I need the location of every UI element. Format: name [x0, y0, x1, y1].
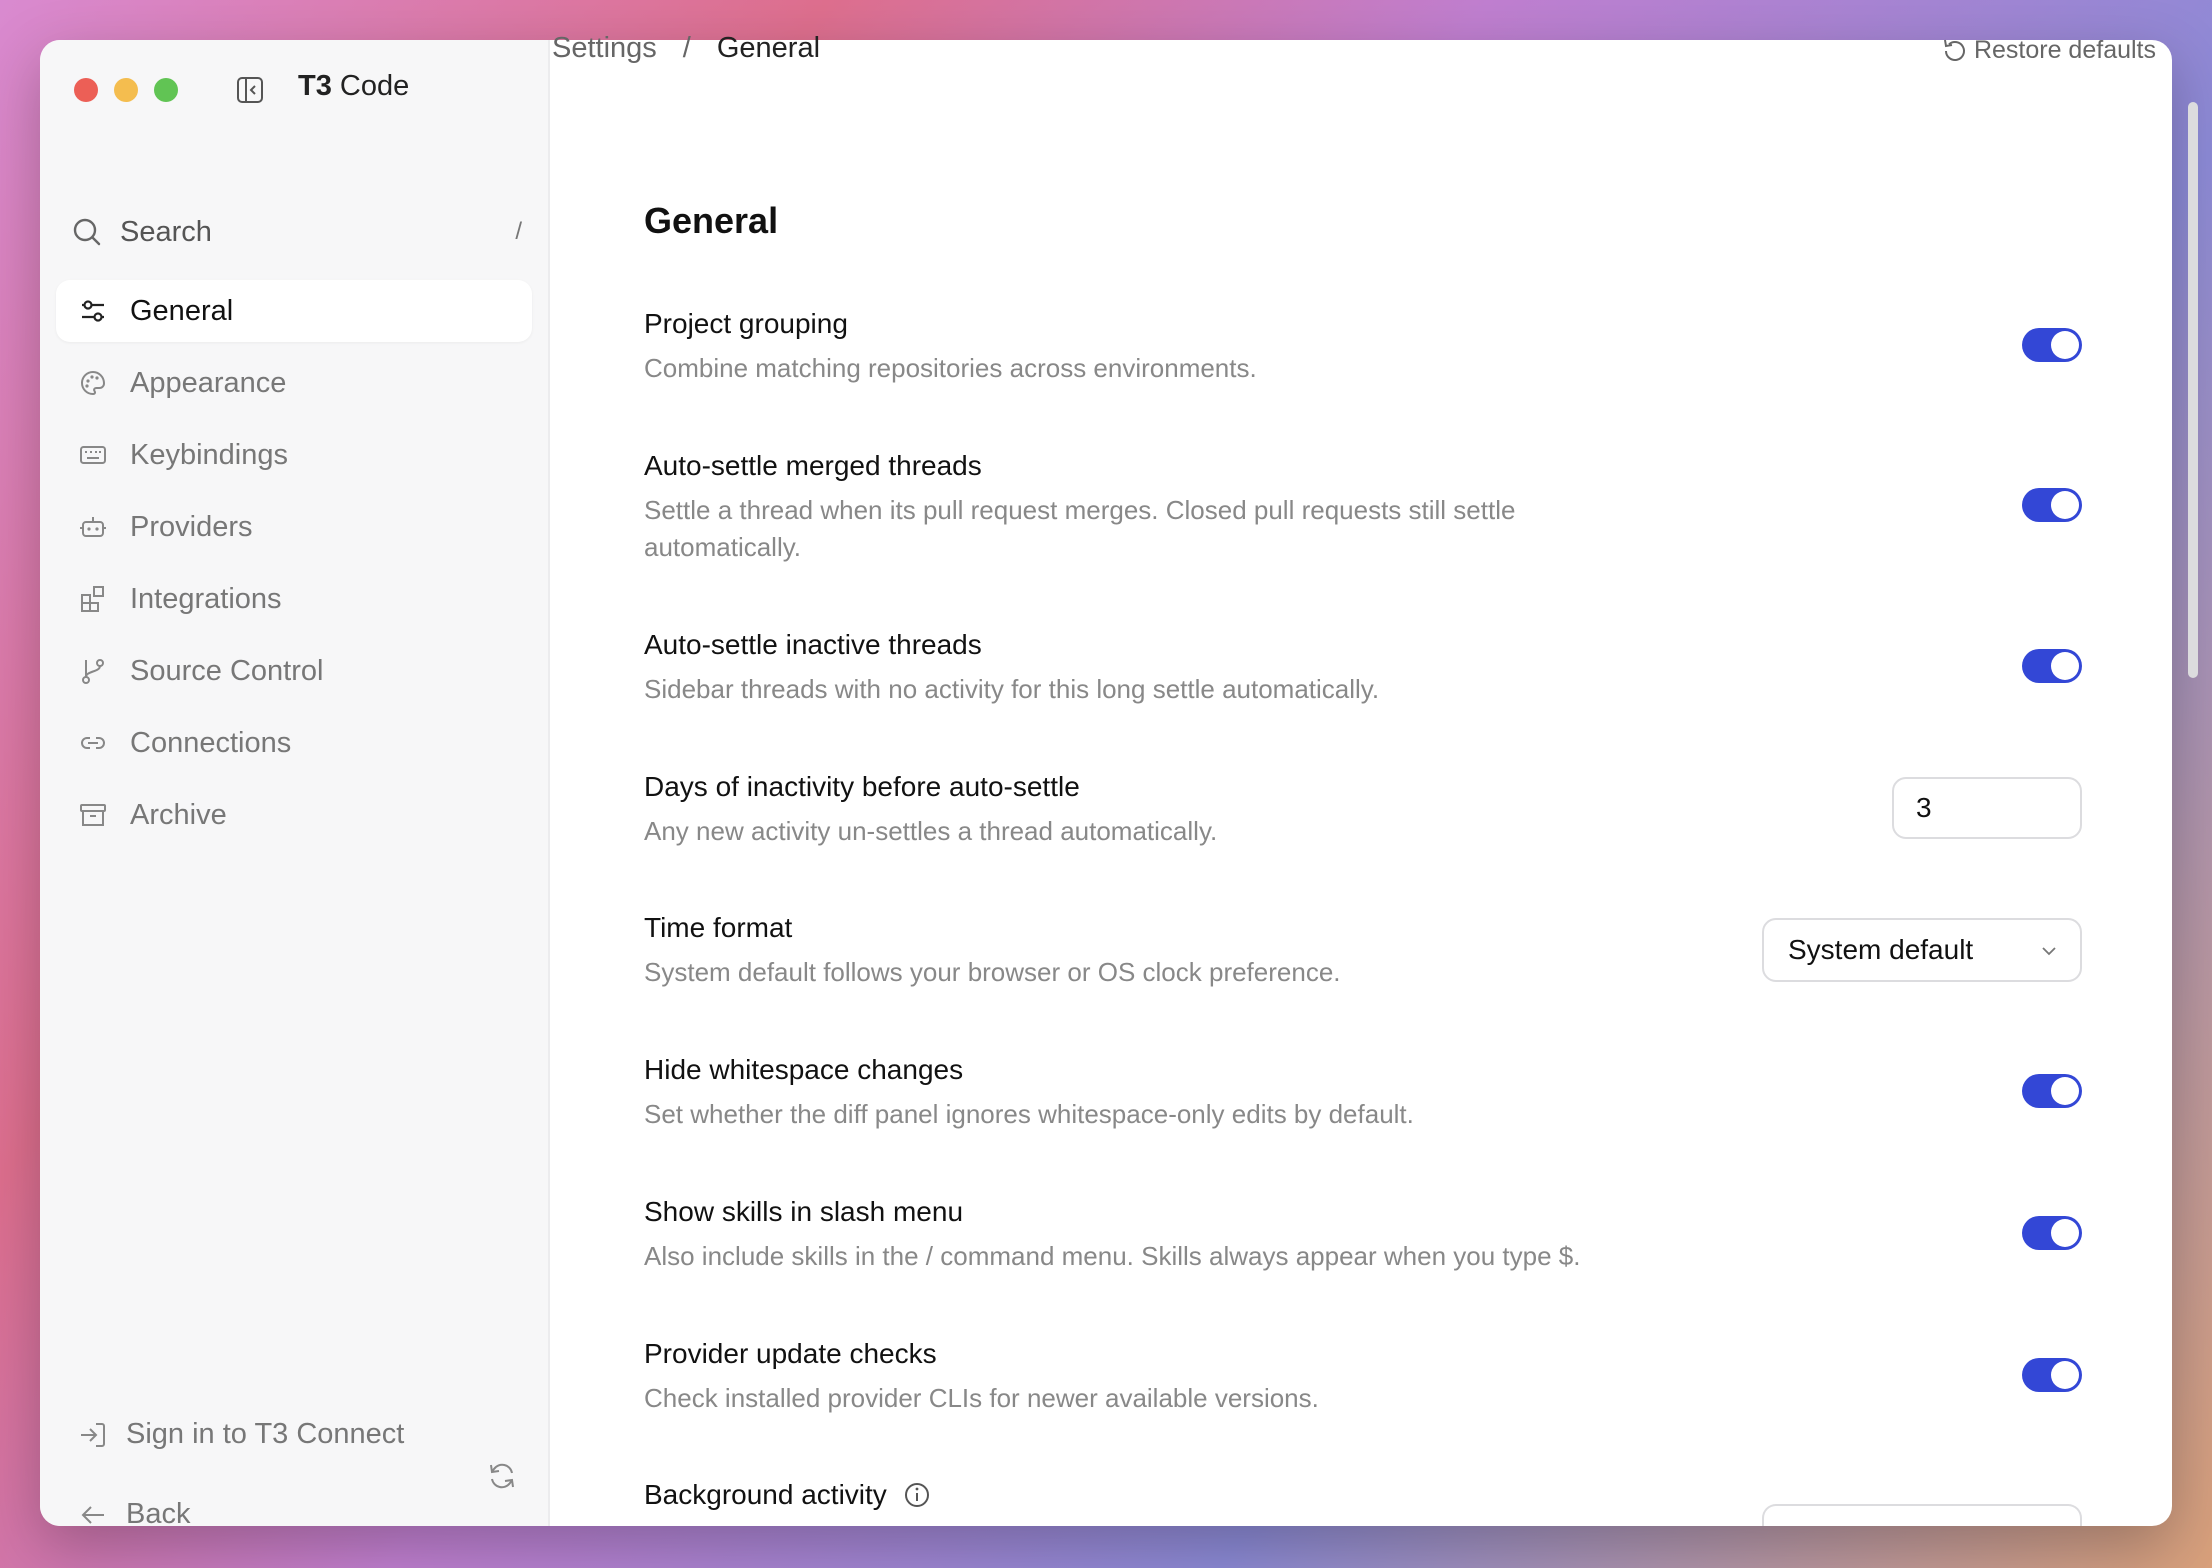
days-inactivity-input[interactable]: 3: [1892, 777, 2082, 839]
arrow-left-icon: [81, 1505, 104, 1524]
link-icon: [81, 737, 105, 749]
sidebar-toggle-icon[interactable]: [236, 76, 264, 104]
setting-title: Auto-settle merged threads: [644, 450, 982, 481]
rotate-ccw-icon: [1943, 39, 1965, 61]
auto-settle-merged-toggle[interactable]: [2022, 488, 2082, 522]
setting-description: Check installed provider CLIs for newer …: [644, 1383, 1319, 1413]
nav-label: Keybindings: [130, 438, 288, 471]
setting-title: Auto-settle inactive threads: [644, 629, 982, 660]
bot-icon: [80, 517, 106, 537]
zoom-window-button[interactable]: [154, 78, 178, 102]
setting-background-activity: Background activity: [644, 1477, 2082, 1526]
settings-nav: General Appearance Keybindings Providers…: [56, 280, 532, 856]
breadcrumb: Settings / General: [552, 32, 820, 65]
nav-label: Integrations: [130, 582, 282, 615]
minimize-window-button[interactable]: [114, 78, 138, 102]
restore-defaults-label: Restore defaults: [1973, 36, 2156, 64]
nav-item-keybindings[interactable]: Keybindings: [56, 424, 532, 486]
palette-icon: [81, 370, 106, 396]
search-button[interactable]: Search /: [72, 212, 522, 252]
setting-title: Hide whitespace changes: [644, 1054, 964, 1085]
nav-item-integrations[interactable]: Integrations: [56, 568, 532, 630]
blocks-icon: [81, 586, 104, 612]
nav-label: Connections: [130, 726, 292, 759]
keyboard-icon: [80, 446, 106, 464]
nav-item-general[interactable]: General: [56, 280, 532, 342]
search-label: Search: [120, 215, 212, 248]
back-button[interactable]: Back: [78, 1498, 190, 1526]
setting-description: System default follows your browser or O…: [644, 957, 1341, 987]
setting-hide-whitespace: Hide whitespace changes Set whether the …: [644, 1052, 2082, 1133]
setting-description: Sidebar threads with no activity for thi…: [644, 674, 1380, 704]
scrollbar-thumb[interactable]: [2188, 102, 2198, 678]
search-icon: [73, 218, 101, 246]
refresh-icon[interactable]: [486, 1460, 518, 1492]
setting-title: Provider update checks: [644, 1338, 937, 1369]
nav-item-providers[interactable]: Providers: [56, 496, 532, 558]
restore-defaults-button[interactable]: Restore defaults: [1940, 36, 2156, 65]
window-controls: [74, 78, 194, 102]
nav-item-source-control[interactable]: Source Control: [56, 640, 532, 702]
archive-icon: [80, 804, 106, 826]
setting-description: Also include skills in the / command men…: [644, 1241, 1581, 1271]
app-title: T3 Code: [298, 70, 410, 102]
sign-in-button[interactable]: Sign in to T3 Connect: [78, 1418, 404, 1451]
breadcrumb-settings[interactable]: Settings: [552, 32, 657, 65]
close-window-button[interactable]: [74, 78, 98, 102]
back-label: Back: [126, 1498, 191, 1526]
breadcrumb-current: General: [716, 32, 821, 64]
git-branch-icon: [82, 659, 104, 684]
setting-description: Any new activity un-settles a thread aut…: [644, 816, 1218, 846]
search-shortcut: /: [515, 218, 522, 245]
sign-in-label: Sign in to T3 Connect: [126, 1418, 405, 1450]
page-title: General: [644, 200, 779, 241]
provider-update-checks-toggle[interactable]: [2022, 1358, 2082, 1392]
chevron-down-icon: [2042, 947, 2056, 956]
breadcrumb-separator: /: [682, 32, 691, 64]
nav-label: Appearance: [130, 366, 287, 399]
setting-description: Combine matching repositories across env…: [644, 353, 1257, 383]
nav-item-appearance[interactable]: Appearance: [56, 352, 532, 414]
nav-label: Source Control: [130, 654, 324, 687]
setting-title: Days of inactivity before auto-settle: [644, 771, 1080, 802]
setting-auto-settle-merged: Auto-settle merged threads Settle a thre…: [644, 448, 2082, 566]
hide-whitespace-toggle[interactable]: [2022, 1074, 2082, 1108]
setting-provider-update-checks: Provider update checks Check installed p…: [644, 1336, 2082, 1417]
setting-show-skills: Show skills in slash menu Also include s…: [644, 1194, 2082, 1275]
sliders-icon: [82, 300, 104, 322]
setting-title: Show skills in slash menu: [644, 1196, 964, 1227]
setting-title: Project grouping: [644, 308, 848, 339]
project-grouping-toggle[interactable]: [2022, 328, 2082, 362]
info-icon[interactable]: [903, 1481, 931, 1509]
time-format-value: System default: [1788, 934, 1974, 965]
setting-description: Settle a thread when its pull request me…: [644, 495, 1516, 562]
auto-settle-inactive-toggle[interactable]: [2022, 649, 2082, 683]
background-activity-select[interactable]: [1762, 1504, 2082, 1526]
show-skills-toggle[interactable]: [2022, 1216, 2082, 1250]
nav-label: Providers: [130, 510, 253, 543]
setting-auto-settle-inactive: Auto-settle inactive threads Sidebar thr…: [644, 627, 2082, 708]
time-format-select[interactable]: System default: [1762, 918, 2082, 982]
nav-item-connections[interactable]: Connections: [56, 712, 532, 774]
setting-days-inactivity: Days of inactivity before auto-settle An…: [644, 769, 2082, 850]
nav-label: Archive: [130, 798, 227, 831]
setting-project-grouping: Project grouping Combine matching reposi…: [644, 306, 2082, 387]
sidebar: T3 Code Search / General Appearance Keyb…: [40, 40, 550, 1526]
nav-label: General: [130, 294, 234, 327]
setting-description: Set whether the diff panel ignores white…: [644, 1099, 1414, 1129]
nav-item-archive[interactable]: Archive: [56, 784, 532, 846]
log-in-icon: [81, 1422, 105, 1447]
setting-title: Background activity: [644, 1479, 887, 1510]
setting-time-format: Time format System default follows your …: [644, 910, 2082, 991]
